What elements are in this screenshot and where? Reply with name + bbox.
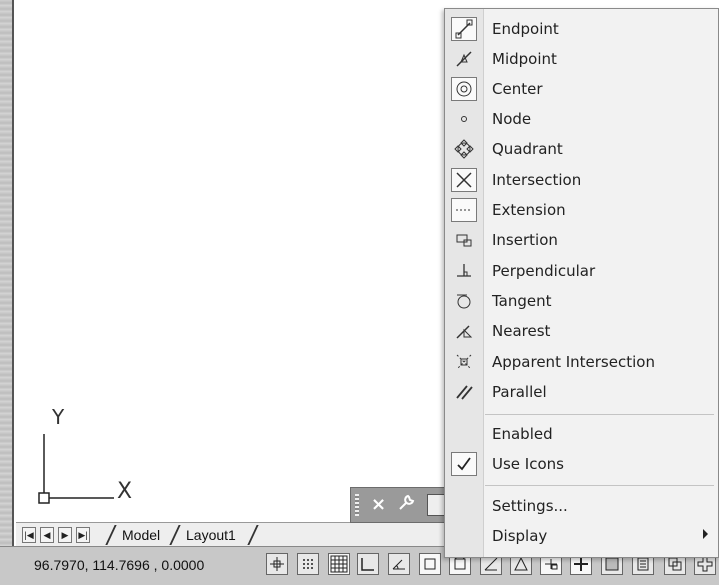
menu-item-tangent[interactable]: Tangent [445, 286, 718, 316]
object-snap-button[interactable] [419, 553, 441, 575]
menu-separator [485, 485, 714, 486]
menu-item-label: Apparent Intersection [492, 353, 655, 371]
first-tab-nav-button[interactable]: |◀ [22, 527, 36, 543]
node-icon [451, 107, 477, 131]
infer-constraints-icon [270, 557, 284, 571]
menu-item-midpoint[interactable]: Midpoint [445, 44, 718, 74]
tab-model[interactable]: Model [114, 525, 168, 545]
menu-item-label: Nearest [492, 322, 551, 340]
menu-item-perpendicular[interactable]: Perpendicular [445, 256, 718, 286]
menu-item-label: Display [492, 527, 548, 545]
lineweight-icon [574, 557, 588, 571]
polar-tracking-button[interactable] [388, 553, 410, 575]
extension-icon [451, 198, 477, 222]
quick-properties-icon [637, 557, 649, 571]
menu-item-extension[interactable]: Extension [445, 195, 718, 225]
menu-item-label: Center [492, 80, 543, 98]
menu-item-label: Endpoint [492, 20, 559, 38]
tangent-icon [451, 289, 477, 313]
ortho-mode-icon [361, 558, 374, 571]
last-tab-nav-button[interactable]: ▶| [76, 527, 90, 543]
quadrant-icon [451, 137, 477, 161]
menu-item-enabled[interactable]: Enabled [445, 419, 718, 449]
close-icon[interactable]: × [371, 494, 386, 515]
floating-toolbar: × [350, 487, 446, 523]
submenu-arrow-icon [703, 529, 708, 539]
perpendicular-icon [451, 259, 477, 283]
transparency-icon [605, 557, 619, 571]
coordinate-readout[interactable]: 96.7970, 114.7696 , 0.0000 [34, 557, 204, 573]
plus-shape-icon [697, 556, 713, 572]
object-snap-icon [424, 558, 436, 570]
snap-mode-icon [303, 559, 313, 569]
checkmark-icon [451, 452, 477, 476]
grip-handle-icon[interactable] [355, 494, 359, 516]
menu-item-use-icons[interactable]: Use Icons [445, 449, 718, 479]
menu-item-label: Midpoint [492, 50, 557, 68]
wrench-icon[interactable] [397, 494, 415, 517]
menu-item-parallel[interactable]: Parallel [445, 377, 718, 407]
infer-constraints-button[interactable] [266, 553, 288, 575]
ucs-y-label: Y [51, 405, 65, 429]
intersection-icon [451, 168, 477, 192]
ortho-mode-button[interactable] [357, 553, 379, 575]
osnap-context-menu: Endpoint Midpoint Center Node Quadrant I… [444, 8, 719, 558]
menu-item-label: Parallel [492, 383, 547, 401]
menu-item-endpoint[interactable]: Endpoint [445, 14, 718, 44]
menu-item-label: Quadrant [492, 140, 563, 158]
tab-divider [247, 525, 259, 545]
menu-item-display[interactable]: Display [445, 521, 718, 551]
polar-tracking-icon [392, 559, 405, 570]
endpoint-icon [451, 17, 477, 41]
parallel-icon [451, 380, 477, 404]
menu-item-label: Insertion [492, 231, 558, 249]
menu-item-label: Tangent [492, 292, 552, 310]
3d-object-snap-icon [454, 556, 467, 570]
menu-item-label: Use Icons [492, 455, 564, 473]
tab-layout1[interactable]: Layout1 [178, 525, 244, 545]
dynamic-ucs-icon [514, 556, 528, 571]
insertion-icon [451, 228, 477, 252]
snap-mode-button[interactable] [297, 553, 319, 575]
window-left-border [0, 0, 14, 548]
center-icon [451, 77, 477, 101]
selection-cycling-icon [668, 557, 682, 571]
menu-item-label: Perpendicular [492, 262, 596, 280]
menu-item-label: Enabled [492, 425, 553, 443]
menu-item-intersection[interactable]: Intersection [445, 165, 718, 195]
menu-item-label: Intersection [492, 171, 582, 189]
midpoint-icon [451, 47, 477, 71]
menu-item-quadrant[interactable]: Quadrant [445, 134, 718, 164]
menu-item-settings[interactable]: Settings... [445, 491, 718, 521]
grid-display-button[interactable] [328, 553, 350, 575]
command-line-stub[interactable] [427, 494, 445, 516]
menu-item-node[interactable]: Node [445, 104, 718, 134]
menu-separator [485, 414, 714, 415]
object-snap-tracking-icon [484, 557, 498, 571]
menu-item-label: Node [492, 110, 532, 128]
previous-tab-nav-button[interactable]: ◀ [40, 527, 54, 543]
menu-item-apparent-intersection[interactable]: Apparent Intersection [445, 347, 718, 377]
next-tab-nav-button[interactable]: ▶ [58, 527, 72, 543]
ucs-x-label: X [117, 479, 132, 504]
apparent-intersection-icon [451, 350, 477, 374]
nearest-icon [451, 319, 477, 343]
menu-item-label: Extension [492, 201, 566, 219]
menu-item-nearest[interactable]: Nearest [445, 316, 718, 346]
menu-item-label: Settings... [492, 497, 568, 515]
grid-display-icon [330, 555, 348, 573]
menu-item-insertion[interactable]: Insertion [445, 225, 718, 255]
dynamic-input-icon [545, 559, 558, 570]
menu-item-center[interactable]: Center [445, 74, 718, 104]
